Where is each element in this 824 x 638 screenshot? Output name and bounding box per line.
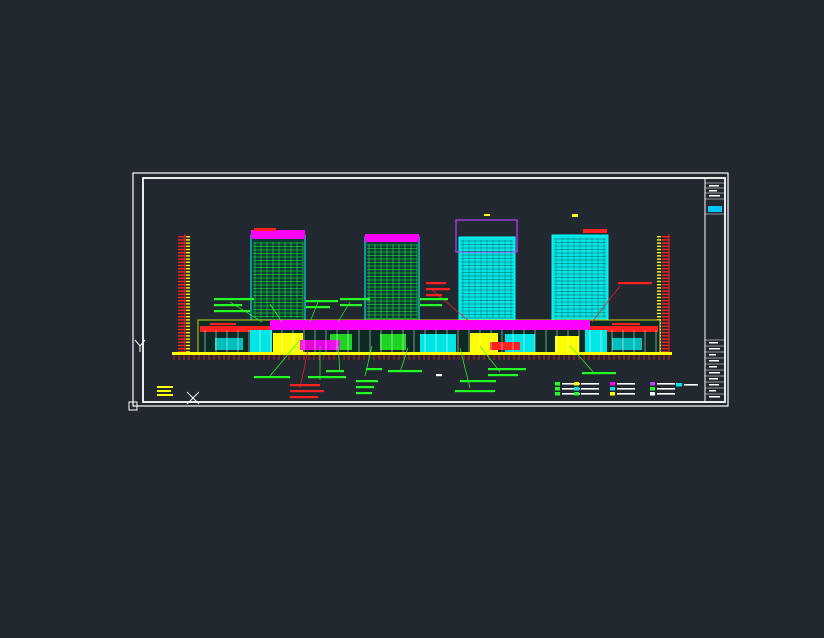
tower-1-elevation [250, 228, 306, 321]
tower-3-elevation [455, 214, 518, 321]
drawing-canvas[interactable] [0, 0, 824, 634]
tower-2-elevation [364, 234, 420, 321]
sheet-note [157, 386, 173, 396]
title-block [704, 177, 726, 403]
tower-4-elevation [551, 214, 609, 321]
cad-model-viewport[interactable] [0, 0, 824, 634]
level-markers-left [178, 234, 190, 354]
legend [555, 382, 698, 396]
podium-elevation [172, 319, 672, 360]
